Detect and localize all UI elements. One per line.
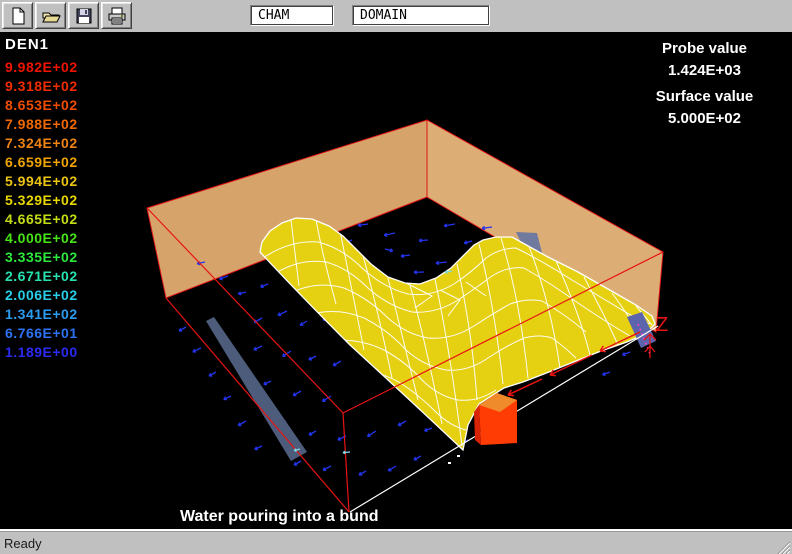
resize-grip[interactable] xyxy=(777,541,791,554)
legend-entry: 4.000E+02 xyxy=(5,229,78,248)
legend-entry: 6.659E+02 xyxy=(5,153,78,172)
legend-entry: 3.335E+02 xyxy=(5,248,78,267)
domain-field[interactable]: DOMAIN xyxy=(352,5,490,26)
legend-entry: 4.665E+02 xyxy=(5,210,78,229)
probe-readout: Probe value 1.424E+03 Surface value 5.00… xyxy=(612,38,792,130)
legend-entry: 2.671E+02 xyxy=(5,267,78,286)
legend-entry: 6.766E+01 xyxy=(5,324,78,343)
open-folder-icon xyxy=(41,6,61,26)
status-bar: Ready xyxy=(0,529,792,554)
legend-entry: 8.653E+02 xyxy=(5,96,78,115)
legend-entry: 1.189E+00 xyxy=(5,343,78,362)
color-legend: DEN1 9.982E+029.318E+028.653E+027.988E+0… xyxy=(5,36,78,362)
new-file-icon xyxy=(8,6,28,26)
status-text: Ready xyxy=(4,536,42,551)
legend-scale: 9.982E+029.318E+028.653E+027.988E+027.32… xyxy=(5,58,78,362)
scene-caption: Water pouring into a bund xyxy=(180,508,379,526)
save-icon xyxy=(74,6,94,26)
z-axis-label: Z xyxy=(656,314,668,336)
probe-value-label: Probe value xyxy=(612,38,792,60)
surface-value-label: Surface value xyxy=(612,86,792,108)
new-file-button[interactable] xyxy=(2,2,33,29)
save-button[interactable] xyxy=(68,2,99,29)
surface-value: 5.000E+02 xyxy=(612,108,792,130)
legend-entry: 9.318E+02 xyxy=(5,77,78,96)
legend-entry: 7.324E+02 xyxy=(5,134,78,153)
open-file-button[interactable] xyxy=(35,2,66,29)
legend-entry: 2.006E+02 xyxy=(5,286,78,305)
toolbar: CHAM DOMAIN xyxy=(0,0,792,33)
print-button[interactable] xyxy=(101,2,132,29)
legend-entry: 1.341E+02 xyxy=(5,305,78,324)
legend-entry: 5.329E+02 xyxy=(5,191,78,210)
object-name-field[interactable]: CHAM xyxy=(250,5,334,26)
legend-entry: 9.982E+02 xyxy=(5,58,78,77)
legend-entry: 7.988E+02 xyxy=(5,115,78,134)
print-icon xyxy=(107,6,127,26)
application-window: CHAM DOMAIN xyxy=(0,0,792,554)
legend-entry: 5.994E+02 xyxy=(5,172,78,191)
probe-value: 1.424E+03 xyxy=(612,60,792,82)
legend-variable-name: DEN1 xyxy=(5,36,78,53)
